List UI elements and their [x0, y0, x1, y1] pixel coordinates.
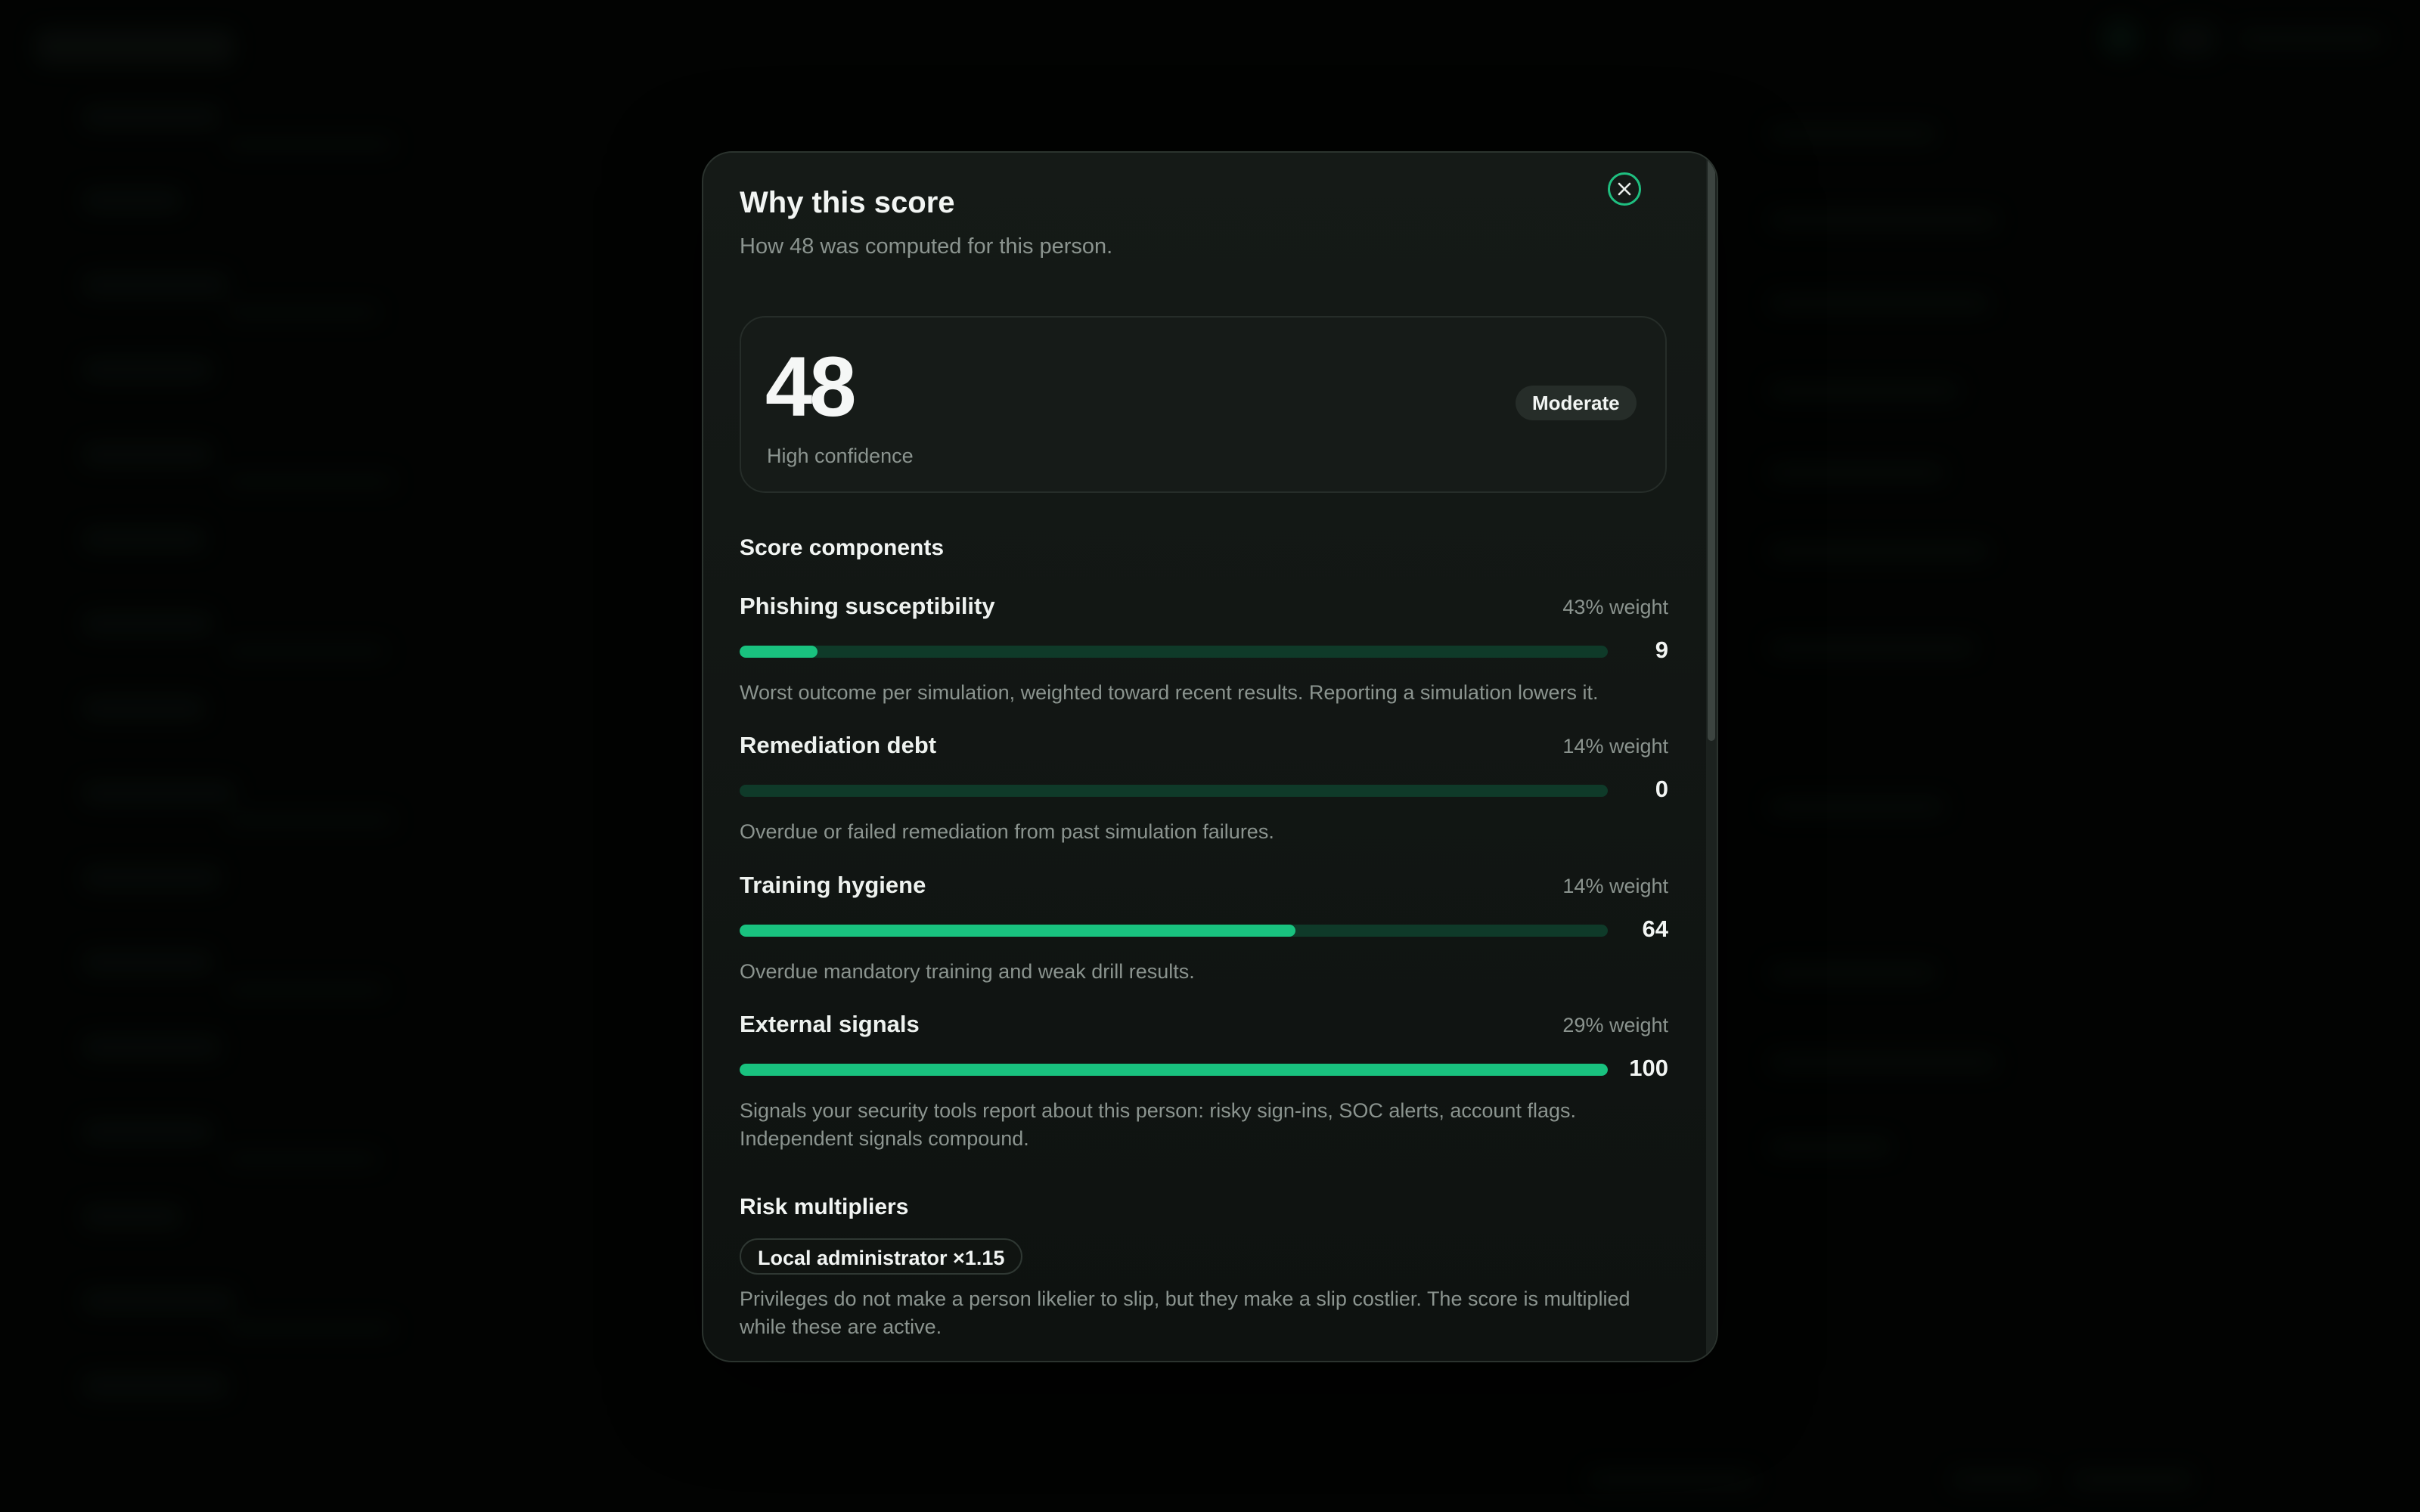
multipliers-description: Privileges do not make a person likelier… [740, 1287, 1630, 1338]
confidence-label: High confidence [767, 445, 914, 467]
component-score: 64 [1642, 916, 1668, 942]
component-progress-track [740, 785, 1608, 797]
risk-multipliers-heading: Risk multipliers [740, 1194, 909, 1219]
component-name: External signals [740, 1011, 920, 1037]
component-weight: 43% weight [1562, 596, 1668, 618]
risk-level-badge: Moderate [1516, 386, 1637, 420]
component-progress-fill [740, 925, 1295, 937]
component-description: Overdue mandatory training and weak dril… [740, 960, 1195, 983]
close-icon [1618, 182, 1631, 196]
component-progress-fill [740, 1064, 1608, 1076]
component-progress-track [740, 646, 1608, 658]
component-description: Worst outcome per simulation, weighted t… [740, 681, 1599, 704]
component-progress-track [740, 1064, 1608, 1076]
component-score: 100 [1629, 1055, 1668, 1081]
component-score: 0 [1655, 776, 1668, 802]
component-name: Phishing susceptibility [740, 593, 995, 619]
component-progress-fill [740, 646, 818, 658]
dialog-subtitle: How 48 was computed for this person. [740, 234, 1113, 259]
dialog-scrollbar[interactable] [1706, 153, 1717, 1361]
score-summary-card: 48 High confidence Moderate [740, 316, 1667, 493]
close-button[interactable] [1608, 172, 1641, 206]
component-progress-track [740, 925, 1608, 937]
dialog-title: Why this score [740, 186, 955, 219]
component-description: Signals your security tools report about… [740, 1099, 1576, 1150]
component-score: 9 [1655, 637, 1668, 663]
component-name: Remediation debt [740, 732, 937, 758]
score-explanation-dialog: Why this score How 48 was computed for t… [702, 151, 1718, 1362]
component-name: Training hygiene [740, 872, 926, 898]
component-weight: 14% weight [1562, 875, 1668, 897]
dialog-scrollbar-thumb[interactable] [1708, 157, 1715, 741]
multiplier-chip: Local administrator ×1.15 [740, 1238, 1023, 1275]
component-weight: 29% weight [1562, 1014, 1668, 1036]
component-weight: 14% weight [1562, 735, 1668, 758]
score-components-heading: Score components [740, 535, 945, 560]
score-value: 48 [765, 339, 857, 434]
component-description: Overdue or failed remediation from past … [740, 820, 1274, 843]
